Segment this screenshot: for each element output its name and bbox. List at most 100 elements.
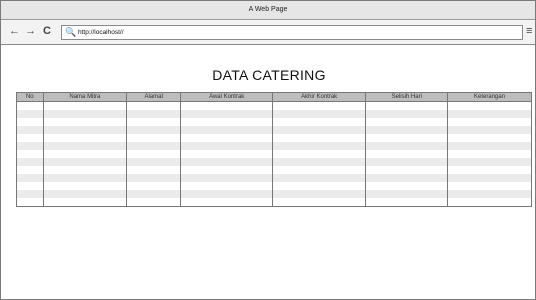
table-row bbox=[16, 198, 532, 207]
table-cell bbox=[16, 142, 44, 150]
table-cell bbox=[447, 190, 532, 198]
table-cell bbox=[16, 101, 44, 110]
table-cell bbox=[126, 198, 182, 207]
table-cell bbox=[16, 166, 44, 174]
table-cell bbox=[447, 142, 532, 150]
table-cell bbox=[126, 166, 182, 174]
table-cell bbox=[126, 126, 182, 134]
col-header: Alamat bbox=[126, 92, 182, 102]
col-header: Nama Mitra bbox=[42, 92, 128, 102]
table-row bbox=[16, 158, 532, 166]
table-cell bbox=[447, 150, 532, 158]
table-row bbox=[16, 126, 532, 134]
table-cell bbox=[271, 158, 367, 166]
table-cell bbox=[447, 182, 532, 190]
table-cell bbox=[365, 150, 449, 158]
table-cell bbox=[365, 110, 449, 118]
table-cell bbox=[180, 118, 273, 126]
table-cell bbox=[180, 198, 273, 207]
table-cell bbox=[365, 174, 449, 182]
table-cell bbox=[365, 182, 449, 190]
table-cell bbox=[365, 158, 449, 166]
table-row bbox=[16, 150, 532, 158]
table-cell bbox=[180, 142, 273, 150]
table-cell bbox=[365, 198, 449, 207]
table-cell bbox=[16, 118, 44, 126]
table-cell bbox=[271, 142, 367, 150]
table-row bbox=[16, 110, 532, 118]
table-cell bbox=[126, 118, 182, 126]
back-button[interactable]: ← bbox=[9, 24, 20, 38]
table-row bbox=[16, 182, 532, 190]
col-header: Awal Kontrak bbox=[180, 92, 273, 102]
table-cell bbox=[271, 134, 367, 142]
address-bar[interactable]: 🔍 http://localhost// bbox=[61, 25, 523, 40]
table-cell bbox=[126, 110, 182, 118]
table-cell bbox=[180, 174, 273, 182]
col-header: Akhir Kontrak bbox=[271, 92, 367, 102]
table-cell bbox=[42, 142, 128, 150]
table-cell bbox=[42, 150, 128, 158]
table-cell bbox=[180, 110, 273, 118]
page-title: DATA CATERING bbox=[212, 67, 326, 83]
window-title: A Web Page bbox=[1, 1, 535, 20]
menu-icon[interactable]: ≡ bbox=[526, 25, 532, 37]
forward-button[interactable]: → bbox=[25, 24, 36, 38]
table-cell bbox=[180, 158, 273, 166]
table-cell bbox=[42, 134, 128, 142]
table-cell bbox=[365, 142, 449, 150]
table-cell bbox=[365, 166, 449, 174]
table-cell bbox=[447, 198, 532, 207]
table-cell bbox=[42, 158, 128, 166]
table-cell bbox=[271, 126, 367, 134]
table-cell bbox=[365, 190, 449, 198]
table-cell bbox=[365, 101, 449, 110]
table-cell bbox=[42, 118, 128, 126]
table-cell bbox=[271, 101, 367, 110]
reload-button[interactable]: C bbox=[43, 24, 51, 38]
table-row bbox=[16, 101, 532, 110]
browser-window: A Web Page ← → C 🔍 http://localhost// ≡ … bbox=[0, 0, 536, 300]
table-cell bbox=[180, 126, 273, 134]
table-cell bbox=[16, 174, 44, 182]
table-cell bbox=[126, 174, 182, 182]
table-cell bbox=[271, 110, 367, 118]
col-header: No bbox=[16, 92, 44, 102]
table-cell bbox=[447, 174, 532, 182]
search-icon: 🔍 bbox=[65, 27, 77, 37]
address-url[interactable]: http://localhost// bbox=[78, 26, 124, 39]
table-cell bbox=[16, 134, 44, 142]
table-cell bbox=[447, 110, 532, 118]
table-row bbox=[16, 134, 532, 142]
table-cell bbox=[126, 142, 182, 150]
table-cell bbox=[447, 158, 532, 166]
table-cell bbox=[271, 174, 367, 182]
table-cell bbox=[126, 182, 182, 190]
table-cell bbox=[16, 110, 44, 118]
table-cell bbox=[180, 166, 273, 174]
table-cell bbox=[180, 182, 273, 190]
table-cell bbox=[447, 134, 532, 142]
table-cell bbox=[447, 101, 532, 110]
table-cell bbox=[180, 101, 273, 110]
col-header: Keterangan bbox=[447, 92, 532, 102]
table-cell bbox=[42, 101, 128, 110]
table-cell bbox=[365, 134, 449, 142]
table-cell bbox=[271, 190, 367, 198]
table-row bbox=[16, 166, 532, 174]
table-cell bbox=[16, 158, 44, 166]
table-cell bbox=[42, 190, 128, 198]
table-cell bbox=[180, 134, 273, 142]
table-cell bbox=[42, 198, 128, 207]
browser-toolbar: ← → C 🔍 http://localhost// ≡ bbox=[1, 20, 535, 45]
table-cell bbox=[180, 190, 273, 198]
table-cell bbox=[365, 118, 449, 126]
table-row bbox=[16, 142, 532, 150]
table-row bbox=[16, 190, 532, 198]
table-cell bbox=[42, 166, 128, 174]
table-row bbox=[16, 118, 532, 126]
table-cell bbox=[42, 174, 128, 182]
table-cell bbox=[16, 126, 44, 134]
table-cell bbox=[42, 110, 128, 118]
table-cell bbox=[16, 150, 44, 158]
